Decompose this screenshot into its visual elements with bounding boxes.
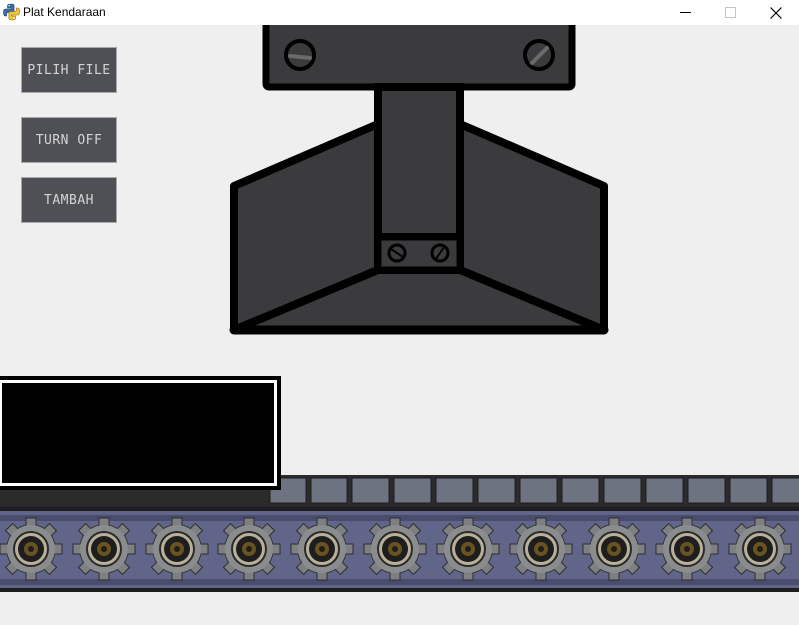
game-canvas: PILIH FILE TURN OFF TAMBAH — [0, 25, 799, 625]
minimize-icon — [680, 12, 691, 13]
title-bar: Plat Kendaraan — [0, 0, 799, 25]
minimize-button[interactable] — [663, 0, 708, 25]
close-button[interactable] — [753, 0, 798, 25]
close-icon — [769, 6, 782, 19]
conveyor-gears — [0, 517, 792, 581]
window-title: Plat Kendaraan — [23, 5, 106, 19]
pilih-file-button[interactable]: PILIH FILE — [21, 47, 117, 93]
turn-off-button[interactable]: TURN OFF — [21, 117, 117, 163]
python-app-icon — [3, 3, 20, 21]
conveyor-belt — [0, 475, 799, 592]
maximize-button[interactable] — [708, 0, 753, 25]
maximize-icon — [725, 7, 736, 18]
machine-press-head — [229, 83, 609, 335]
stamping-machine — [229, 25, 609, 335]
machine-top-mount — [262, 25, 576, 91]
license-plate-display — [0, 376, 281, 490]
tambah-button[interactable]: TAMBAH — [21, 177, 117, 223]
